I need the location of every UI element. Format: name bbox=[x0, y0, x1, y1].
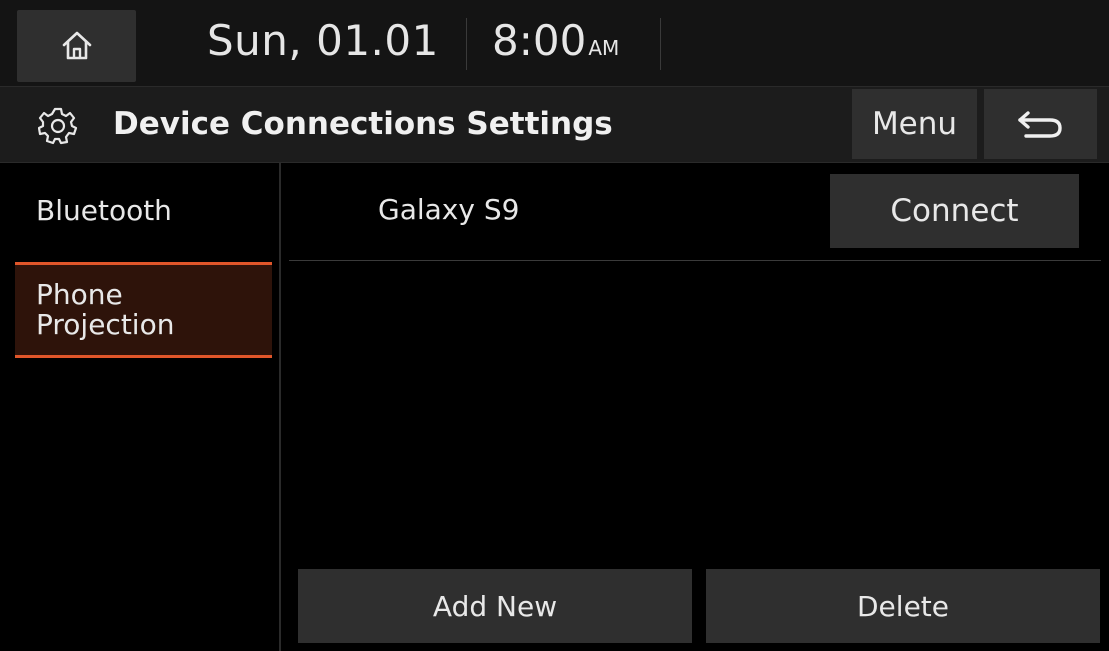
back-arrow-icon bbox=[1017, 111, 1062, 138]
status-bar: Sun, 01.01 8:00 AM bbox=[0, 0, 1109, 87]
menu-button[interactable]: Menu bbox=[852, 89, 977, 159]
sidebar: Bluetooth Phone Projection bbox=[0, 163, 279, 651]
status-date: Sun, 01.01 bbox=[207, 16, 439, 65]
connect-button[interactable]: Connect bbox=[830, 174, 1079, 248]
status-divider bbox=[660, 18, 661, 70]
device-connections-screen: Sun, 01.01 8:00 AM Device Connections Set… bbox=[0, 0, 1109, 651]
status-ampm: AM bbox=[588, 36, 620, 60]
home-icon bbox=[62, 31, 91, 60]
page-title: Device Connections Settings bbox=[113, 106, 613, 142]
status-time: 8:00 AM bbox=[492, 16, 619, 65]
add-new-button[interactable]: Add New bbox=[298, 569, 692, 643]
device-list-item[interactable]: Galaxy S9 Connect bbox=[289, 163, 1101, 261]
sidebar-item-bluetooth[interactable]: Bluetooth bbox=[15, 191, 272, 241]
status-divider bbox=[466, 18, 467, 70]
home-button[interactable] bbox=[17, 10, 136, 82]
sidebar-item-label-line: Phone bbox=[36, 278, 123, 311]
device-name: Galaxy S9 bbox=[378, 193, 520, 226]
gear-icon bbox=[38, 107, 78, 145]
delete-button[interactable]: Delete bbox=[706, 569, 1100, 643]
device-list-panel: Galaxy S9 Connect Add New Delete bbox=[281, 163, 1109, 651]
back-button[interactable] bbox=[984, 89, 1097, 159]
status-time-value: 8:00 bbox=[492, 16, 587, 65]
title-bar: Device Connections Settings Menu bbox=[0, 87, 1109, 163]
sidebar-item-label-line: Projection bbox=[36, 308, 175, 341]
sidebar-item-phone-projection[interactable]: Phone Projection bbox=[15, 262, 272, 358]
